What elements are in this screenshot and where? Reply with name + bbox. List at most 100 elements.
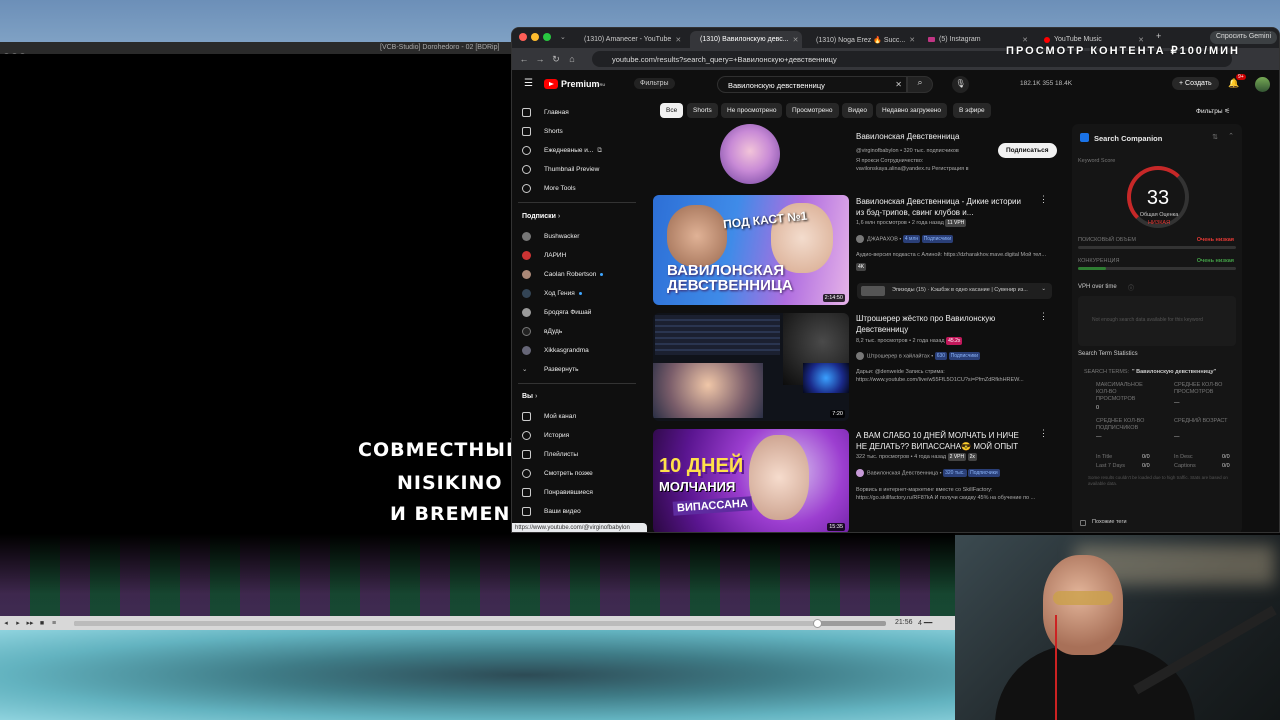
you-heading[interactable]: Вы › xyxy=(522,393,537,400)
search-button[interactable]: ⌕ xyxy=(907,76,933,93)
clear-search-icon[interactable]: ✕ xyxy=(895,80,902,89)
chip-all[interactable]: Все xyxy=(660,103,684,118)
subscriptions-heading[interactable]: Подписки › xyxy=(522,213,560,220)
gemini-button[interactable]: Спросить Gemini xyxy=(1209,31,1277,44)
sidebar-label: Thumbnail Preview xyxy=(544,166,600,173)
youtube-sidebar: Главная Shorts Ежедневные и... ⧉ Thumbnai… xyxy=(512,100,642,532)
video-title[interactable]: Штрошерер жёстко про Вавилонскую Девстве… xyxy=(856,313,1024,335)
sidebar-item-daily[interactable]: Ежедневные и... ⧉ xyxy=(522,146,602,155)
tab-amanecer[interactable]: (1310) Amanecer - YouTube ✕ xyxy=(574,31,686,48)
competition-value: Очень низкая xyxy=(1196,258,1234,264)
video-thumbnail[interactable]: ПОД КАСТ №1 ВАВИЛОНСКАЯ ДЕВСТВЕННИЦА 2:1… xyxy=(653,195,849,305)
play-icon[interactable]: ▸ xyxy=(12,619,24,627)
video-title[interactable]: А ВАМ СЛАБО 10 ДНЕЙ МОЛЧАТЬ И НИЧЕ НЕ ДЕ… xyxy=(856,430,1026,452)
subs-label: Подписчики xyxy=(921,235,954,244)
volume-control[interactable]: 4 ━━ xyxy=(918,619,932,627)
episodes-row[interactable]: Эпизоды (15) · Кэшбэк в одно касание | С… xyxy=(857,283,1052,299)
sidebar-sub-vdud[interactable]: вДудь xyxy=(522,327,562,336)
score-label: Общая Оценка xyxy=(1139,212,1179,218)
chip-recently-uploaded[interactable]: Недавно загружено xyxy=(876,103,948,118)
competition-bar xyxy=(1078,267,1236,270)
chip-shorts[interactable]: Shorts xyxy=(687,103,718,118)
reload-icon[interactable]: ↻ xyxy=(548,54,564,65)
tab-noga-erez[interactable]: (1310) Noga Erez 🔥 Succ... ✕ xyxy=(806,31,918,48)
extension-stats: 182.1K 355 18.4K xyxy=(1020,80,1073,87)
more-options-icon[interactable]: ⋮ xyxy=(1039,194,1048,205)
chip-live[interactable]: В эфире xyxy=(953,103,991,118)
more-options-icon[interactable]: ⋮ xyxy=(1039,311,1048,322)
menu-icon[interactable]: ☰ xyxy=(524,78,533,89)
in-desc-label: In Desc xyxy=(1174,454,1193,460)
channel-result-avatar[interactable] xyxy=(720,124,780,184)
sidebar-item-shorts[interactable]: Shorts xyxy=(522,127,563,136)
playlist-icon[interactable]: ≡ xyxy=(48,620,60,627)
channel-result-name[interactable]: Вавилонская Девственница xyxy=(856,131,959,142)
fast-forward-icon[interactable]: ▸▸ xyxy=(24,619,36,627)
tab-search-icon[interactable]: ⌄ xyxy=(560,33,566,41)
swap-icon[interactable]: ⇅ xyxy=(1212,133,1218,141)
similar-tags-checkbox[interactable] xyxy=(1080,520,1086,526)
tab-search-results[interactable]: (1310) Вавилонскую девс... ✕ xyxy=(690,31,802,48)
back-icon[interactable]: ← xyxy=(516,54,532,64)
player-window-controls[interactable] xyxy=(4,45,34,58)
sidebar-sub-caolan[interactable]: Caolan Robertson xyxy=(522,270,604,279)
sidebar-item-thumbnail-preview[interactable]: Thumbnail Preview xyxy=(522,165,599,174)
home-icon[interactable]: ⌂ xyxy=(564,54,580,64)
close-tab-icon[interactable]: ✕ xyxy=(671,36,681,44)
seek-knob[interactable] xyxy=(812,619,822,628)
maximize-window-icon[interactable] xyxy=(543,33,551,41)
search-volume-label: ПОИСКОВЫЙ ОБЪЕМ xyxy=(1078,237,1136,243)
account-avatar[interactable] xyxy=(1255,77,1270,92)
sidebar-sub-brodyaga[interactable]: Бродяга Фишай xyxy=(522,308,591,317)
sidebar-sub-hod-geniya[interactable]: Ход Гения xyxy=(522,289,582,298)
video-title[interactable]: Вавилонская Девственница - Дикие истории… xyxy=(856,196,1024,218)
logo-region: RU xyxy=(599,81,606,87)
sidebar-item-home[interactable]: Главная xyxy=(522,108,569,117)
sidebar-item-your-videos[interactable]: Ваши видео xyxy=(522,507,581,516)
sidebar-label: История xyxy=(544,432,570,439)
chip-watched[interactable]: Просмотрено xyxy=(786,103,839,118)
sidebar-label: Bushwacker xyxy=(544,233,580,240)
more-options-icon[interactable]: ⋮ xyxy=(1039,428,1048,439)
video-views: 8,2 тыс. просмотров • 2 года назад xyxy=(856,338,945,344)
video-channel[interactable]: ДЖАРАХОВ • 4 млн Подписчики xyxy=(856,235,954,244)
history-icon xyxy=(522,431,531,440)
chip-videos[interactable]: Видео xyxy=(842,103,873,118)
create-button[interactable]: + Создать xyxy=(1172,77,1219,90)
sidebar-sub-bushwacker[interactable]: Bushwacker xyxy=(522,232,579,241)
sidebar-sub-larin[interactable]: ЛАРИН xyxy=(522,251,566,260)
new-tab-button[interactable]: + xyxy=(1156,31,1161,41)
close-tab-icon[interactable]: ✕ xyxy=(1134,36,1144,44)
sidebar-item-liked[interactable]: Понравившиеся xyxy=(522,488,593,497)
search-filters-button[interactable]: Фильтры ⚟ xyxy=(1196,107,1230,115)
sidebar-label: Развернуть xyxy=(544,365,579,373)
stop-icon[interactable]: ■ xyxy=(36,620,48,627)
sidebar-item-history[interactable]: История xyxy=(522,431,569,440)
search-input[interactable]: Вавилонскую девственницу ✕ xyxy=(717,76,907,93)
rewind-icon[interactable]: ◂ xyxy=(0,619,12,627)
close-tab-icon[interactable]: ✕ xyxy=(789,36,799,44)
sidebar-expand[interactable]: ⌄ Развернуть xyxy=(522,365,579,374)
sidebar-item-watch-later[interactable]: Смотреть позже xyxy=(522,469,593,478)
sidebar-item-more-tools[interactable]: More Tools xyxy=(522,184,576,193)
minimize-window-icon[interactable] xyxy=(531,33,539,41)
close-tab-icon[interactable]: ✕ xyxy=(1018,36,1028,44)
video-thumbnail[interactable]: 10 ДНЕЙ МОЛЧАНИЯ ВИПАССАНА 15:35 xyxy=(653,429,849,532)
video-channel[interactable]: Вавилонская Девственница • 320 тыс. Подп… xyxy=(856,469,1000,478)
collapse-icon[interactable]: ⌃ xyxy=(1228,132,1234,140)
close-tab-icon[interactable]: ✕ xyxy=(905,36,915,44)
subscribe-button[interactable]: Подписаться xyxy=(998,143,1057,158)
forward-icon[interactable]: → xyxy=(532,54,548,64)
sidebar-item-my-channel[interactable]: Мой канал xyxy=(522,412,576,421)
voice-search-icon[interactable]: 🎙 xyxy=(952,76,969,93)
sidebar-item-playlists[interactable]: Плейлисты xyxy=(522,450,578,459)
close-window-icon[interactable] xyxy=(519,33,527,41)
video-channel[interactable]: Штрошерер в хайлайтах • 630 Подписчики xyxy=(856,352,981,361)
seek-bar[interactable] xyxy=(74,619,886,628)
filters-extension-button[interactable]: Фильтры xyxy=(634,78,675,89)
youtube-logo[interactable]: Premium RU xyxy=(544,79,605,89)
info-icon: ⓘ xyxy=(1128,286,1135,292)
sidebar-sub-xikkasgrandma[interactable]: Xikkasgrandma xyxy=(522,346,589,355)
video-thumbnail[interactable]: 7:20 xyxy=(653,313,849,421)
chip-unwatched[interactable]: Не просмотрено xyxy=(721,103,783,118)
